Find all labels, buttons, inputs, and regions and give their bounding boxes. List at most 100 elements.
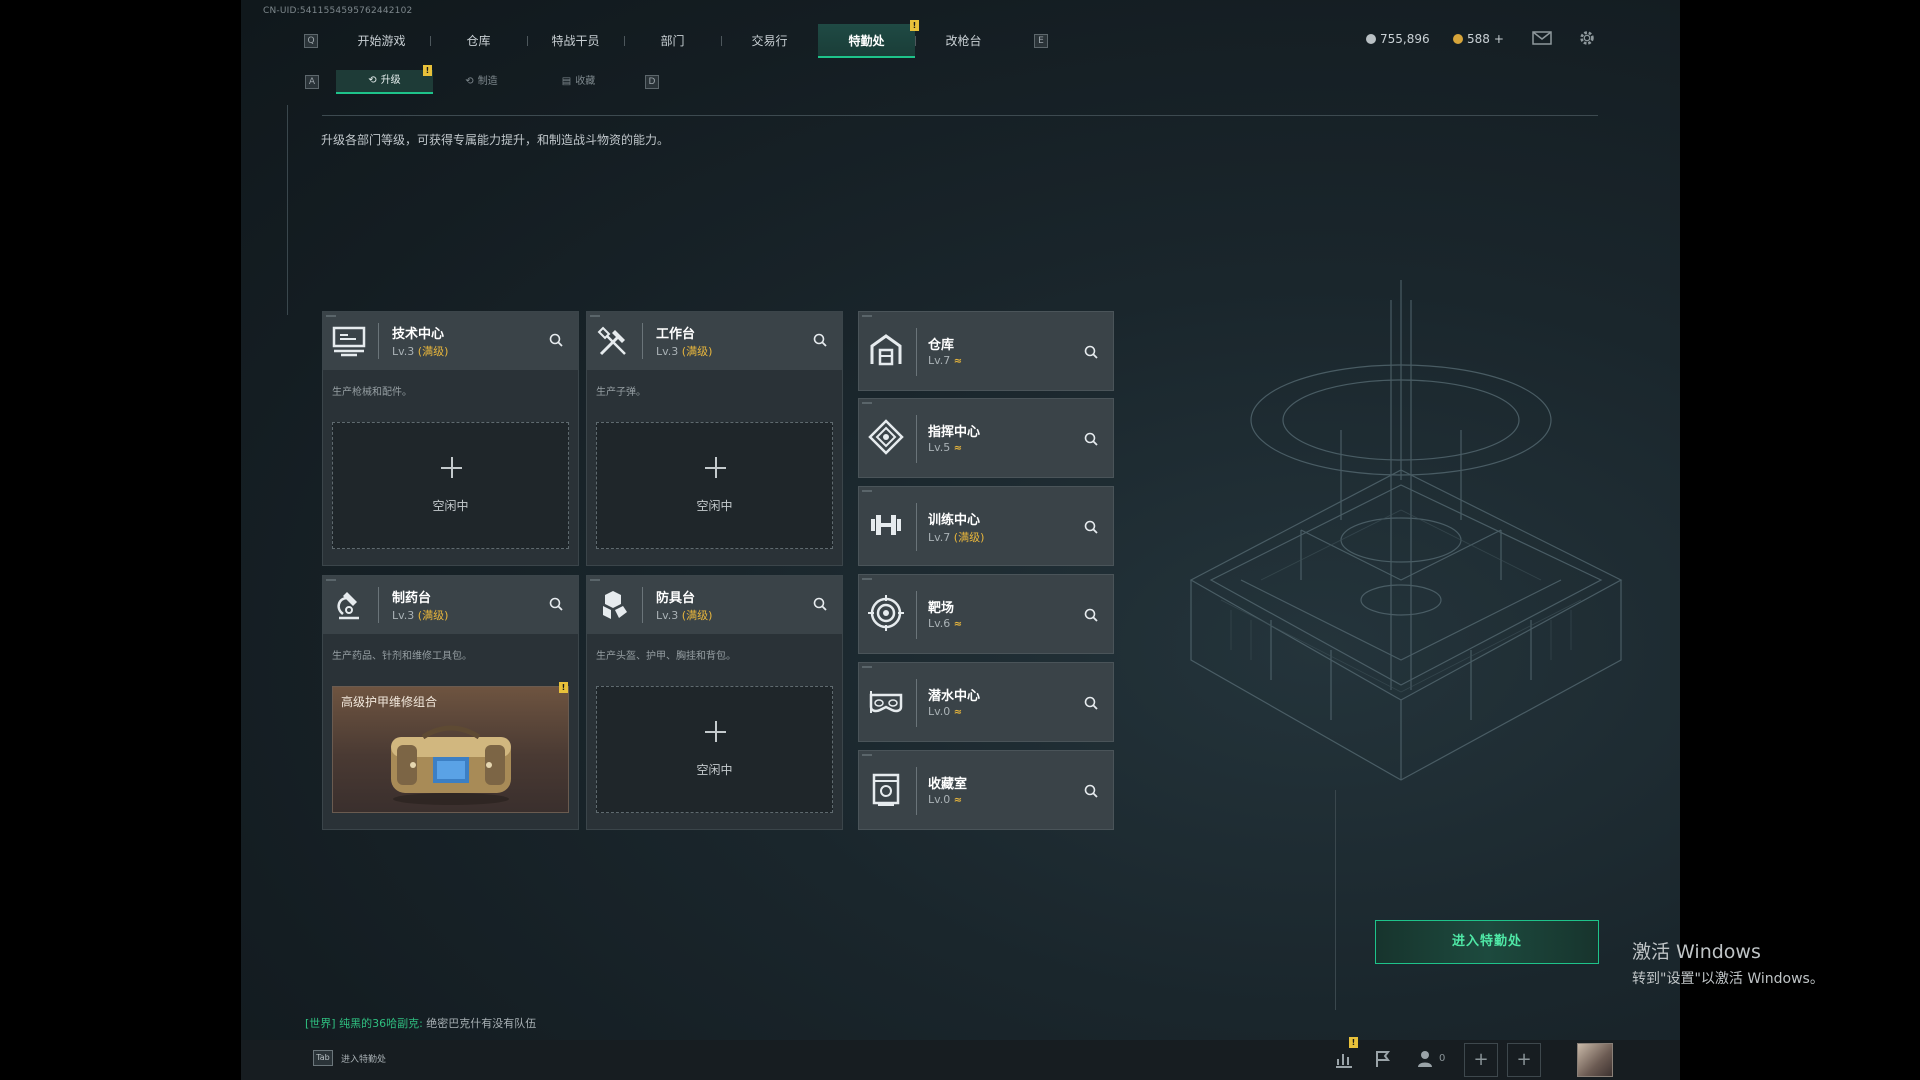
nav-next-key[interactable]: E: [1034, 34, 1048, 48]
tab-operators[interactable]: 特战干员: [527, 24, 624, 58]
dept-card-warehouse[interactable]: 仓库 Lv.7 ≈: [858, 311, 1114, 391]
slot-notification-badge: !: [559, 682, 568, 693]
party-slot-add-button[interactable]: +: [1507, 1043, 1541, 1077]
card-divider: [642, 587, 643, 623]
stats-notification-badge: !: [1349, 1037, 1358, 1048]
left-deco-line: [287, 105, 288, 315]
dept-title: 收藏室: [928, 777, 968, 792]
corner-tick: [862, 754, 872, 756]
flag-icon[interactable]: [1373, 1049, 1393, 1069]
craft-slot-in-progress[interactable]: 高级护甲维修组合: [332, 686, 569, 813]
corner-tick: [862, 490, 872, 492]
search-icon[interactable]: [1083, 695, 1099, 711]
world-chat-line[interactable]: [世界] 纯黑的36哈副克: 绝密巴克什有没有队伍: [305, 1015, 536, 1031]
tab-trading[interactable]: 交易行: [721, 24, 818, 58]
search-icon[interactable]: [548, 332, 564, 348]
card-divider: [642, 323, 643, 359]
enter-special-ops-button[interactable]: 进入特勤处: [1375, 920, 1599, 964]
dept-level: Lv.7 (满级): [928, 529, 984, 545]
upgrade-available-icon: ≈: [953, 619, 963, 630]
level-text: Lv.7: [928, 531, 951, 544]
premium-balance[interactable]: 588 +: [1453, 32, 1504, 46]
watermark-subtitle: 转到"设置"以激活 Windows。: [1632, 971, 1824, 987]
dept-level: Lv.0 ≈: [928, 705, 962, 718]
friends-count: 0: [1439, 1053, 1446, 1064]
search-icon[interactable]: [812, 596, 828, 612]
corner-tick: [862, 666, 872, 668]
tab-start-game[interactable]: 开始游戏: [333, 24, 430, 58]
tab-special-ops[interactable]: 特勤处: [818, 24, 915, 58]
craft-card-armor-bench[interactable]: 防具台 Lv.3 (满级) 生产头盔、护甲、胸挂和背包。 空闲中: [586, 575, 843, 830]
search-icon[interactable]: [1083, 607, 1099, 623]
dept-card-collection-room[interactable]: 收藏室 Lv.0 ≈: [858, 750, 1114, 830]
coin-amount: 755,896: [1380, 32, 1430, 46]
tab-warehouse[interactable]: 仓库: [430, 24, 527, 58]
premium-add-icon[interactable]: +: [1494, 32, 1504, 46]
card-level: Lv.3 (满级): [392, 607, 448, 623]
player-avatar[interactable]: [1577, 1043, 1613, 1077]
stats-icon[interactable]: [1334, 1049, 1354, 1069]
craft-card-tech-center[interactable]: 技术中心 Lv.3 (满级) 生产枪械和配件。 空闲中: [322, 311, 579, 566]
nav-prev-key[interactable]: Q: [304, 34, 318, 48]
card-divider: [916, 415, 917, 463]
dept-title: 潜水中心: [928, 689, 981, 704]
chat-channel: [世界]: [305, 1017, 336, 1030]
premium-amount: 588: [1467, 32, 1490, 46]
search-icon[interactable]: [548, 596, 564, 612]
craft-slot-empty[interactable]: 空闲中: [332, 422, 569, 549]
card-level: Lv.3 (满级): [656, 343, 712, 359]
tools-icon: [597, 326, 626, 356]
page-description: 升级各部门等级，可获得专属能力提升，和制造战斗物资的能力。: [321, 133, 670, 147]
search-icon[interactable]: [812, 332, 828, 348]
subtab-collection[interactable]: ▤ 收藏: [530, 70, 627, 94]
nav-notification-badge: !: [910, 20, 919, 31]
subtab-upgrade[interactable]: ⟲ 升级: [336, 70, 433, 94]
dept-card-training-center[interactable]: 训练中心 Lv.7 (满级): [858, 486, 1114, 566]
upgrade-available-icon: ≈: [953, 795, 963, 806]
crafting-item-name: 高级护甲维修组合: [341, 695, 438, 709]
subtab-craft[interactable]: ⟲ 制造: [433, 70, 530, 94]
dept-card-shooting-range[interactable]: 靶场 Lv.6 ≈: [858, 574, 1114, 654]
level-text: Lv.0: [928, 705, 951, 718]
command-icon: [868, 419, 904, 455]
corner-tick: [326, 315, 336, 317]
subnav-next-key[interactable]: D: [645, 75, 659, 89]
right-deco-line: [1335, 790, 1336, 1010]
max-level-tag: (满级): [681, 345, 713, 358]
friends-icon[interactable]: [1417, 1049, 1437, 1069]
card-header: 工作台 Lv.3 (满级): [587, 312, 842, 370]
dept-card-diving-center[interactable]: 潜水中心 Lv.0 ≈: [858, 662, 1114, 742]
search-icon[interactable]: [1083, 783, 1099, 799]
gear-icon[interactable]: [1577, 29, 1597, 47]
dept-title: 指挥中心: [928, 425, 981, 440]
premium-coin-icon: [1453, 34, 1463, 44]
tab-key-hint[interactable]: Tab: [313, 1050, 333, 1066]
level-text: Lv.3: [392, 345, 415, 358]
tab-gunsmith[interactable]: 改枪台: [915, 24, 1012, 58]
search-icon[interactable]: [1083, 519, 1099, 535]
search-icon[interactable]: [1083, 344, 1099, 360]
coin-balance: 755,896: [1366, 32, 1430, 46]
slot-status: 空闲中: [696, 763, 733, 777]
search-icon[interactable]: [1083, 431, 1099, 447]
dept-card-command-center[interactable]: 指挥中心 Lv.5 ≈: [858, 398, 1114, 478]
party-slot-add-button[interactable]: +: [1464, 1043, 1498, 1077]
subnav-prev-key[interactable]: A: [305, 75, 319, 89]
max-level-tag: (满级): [417, 609, 449, 622]
windows-activation-watermark: 激活 Windows 转到"设置"以激活 Windows。: [1632, 937, 1824, 988]
card-header: 技术中心 Lv.3 (满级): [323, 312, 578, 370]
mail-icon[interactable]: [1532, 29, 1552, 47]
craft-slot-empty[interactable]: 空闲中: [596, 686, 833, 813]
level-text: Lv.6: [928, 617, 951, 630]
terminal-icon: [332, 326, 366, 357]
craft-slot-empty[interactable]: 空闲中: [596, 422, 833, 549]
card-divider: [378, 323, 379, 359]
card-divider: [916, 591, 917, 639]
tab-departments[interactable]: 部门: [624, 24, 721, 58]
dept-level: Lv.7 ≈: [928, 354, 962, 367]
craft-card-pharmacy[interactable]: 制药台 Lv.3 (满级) 生产药品、针剂和维修工具包。 高级护甲维修组合 !: [322, 575, 579, 830]
craft-card-workbench[interactable]: 工作台 Lv.3 (满级) 生产子弹。 空闲中: [586, 311, 843, 566]
coin-icon: [1366, 34, 1376, 44]
card-description: 生产头盔、护甲、胸挂和背包。: [596, 651, 736, 662]
header-divider: [322, 115, 1598, 116]
